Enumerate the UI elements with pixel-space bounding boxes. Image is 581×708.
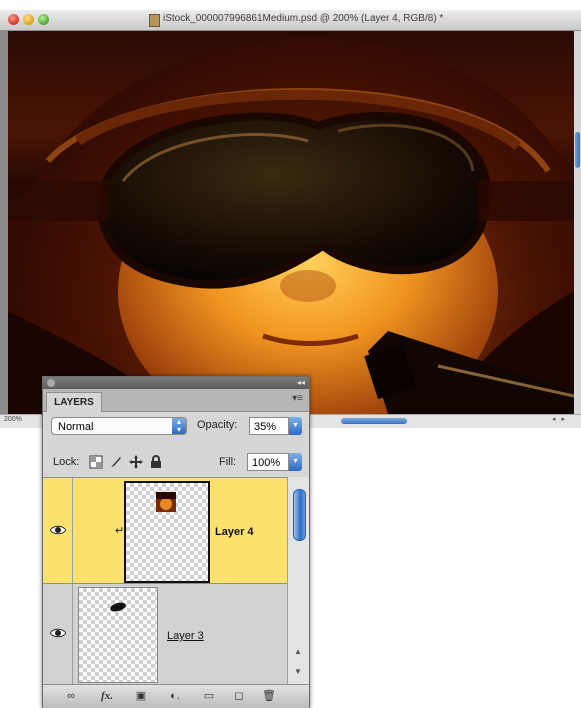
- lock-label: Lock:: [53, 456, 80, 468]
- lock-position-move-icon[interactable]: [129, 455, 143, 469]
- new-group-folder-icon[interactable]: ▭: [201, 689, 217, 703]
- panel-footer: ∞ fx. ▣ ◐. ▭ ◻ 🗑: [43, 684, 309, 708]
- layer-list-scroll-thumb[interactable]: [293, 489, 306, 541]
- add-mask-icon[interactable]: ▣: [133, 689, 149, 703]
- link-layers-icon[interactable]: ∞: [63, 689, 79, 703]
- layers-panel: ◂◂ LAYERS ▾≡ Normal ▴ ▾ Opacity: 35% ▼ Lo…: [42, 376, 310, 708]
- opacity-label: Opacity:: [197, 419, 238, 431]
- fill-input[interactable]: 100%: [247, 453, 289, 471]
- image-canvas[interactable]: [8, 31, 574, 414]
- title-bar[interactable]: iStock_000007996861Medium.psd @ 200% (La…: [0, 10, 581, 31]
- panel-header[interactable]: ◂◂: [43, 377, 309, 389]
- opacity-dropdown-icon[interactable]: ▼: [289, 417, 302, 435]
- zoom-level[interactable]: 200%: [4, 416, 38, 426]
- visibility-column[interactable]: [43, 584, 73, 684]
- eye-icon[interactable]: [50, 628, 66, 638]
- eye-icon[interactable]: [50, 525, 66, 535]
- window-title: iStock_000007996861Medium.psd @ 200% (La…: [163, 13, 444, 24]
- layer-row-layer-4[interactable]: ↵ Layer 4: [43, 478, 287, 584]
- document-icon: [149, 14, 160, 27]
- scroll-down-arrow-icon[interactable]: ▼: [294, 667, 302, 676]
- fill-dropdown-icon[interactable]: ▼: [289, 453, 302, 471]
- opacity-input[interactable]: 35%: [249, 417, 289, 435]
- blend-row: Normal ▴ ▾ Opacity: 35% ▼: [51, 417, 303, 437]
- lock-row: Lock: Fill: 100% ▼: [51, 453, 303, 473]
- lock-all-icon[interactable]: [149, 455, 163, 469]
- vertical-scroll-thumb[interactable]: [575, 132, 580, 168]
- scroll-up-arrow-icon[interactable]: ▲: [294, 647, 302, 656]
- layer-list-scrollbar[interactable]: ▲ ▼: [287, 477, 309, 684]
- blend-mode-arrows-icon: ▴ ▾: [172, 418, 186, 434]
- zoom-window-button[interactable]: [38, 14, 49, 25]
- panel-close-button[interactable]: [47, 379, 55, 387]
- lock-pixels-brush-icon[interactable]: [109, 455, 123, 469]
- horizontal-scroll-arrows[interactable]: ◂ ▸: [552, 415, 567, 423]
- layer-row-layer-3[interactable]: Layer 3: [43, 584, 287, 685]
- layer-thumbnail[interactable]: [124, 481, 210, 583]
- layer-thumbnail[interactable]: [78, 587, 158, 683]
- blend-mode-value: Normal: [58, 421, 94, 433]
- clipping-mask-arrow-icon: ↵: [115, 525, 125, 537]
- vertical-scrollbar[interactable]: [574, 31, 581, 414]
- blend-mode-select[interactable]: Normal ▴ ▾: [51, 417, 187, 435]
- panel-menu-icon[interactable]: ▾≡: [292, 393, 303, 404]
- soldier-photo: [8, 31, 574, 414]
- adjustment-layer-icon[interactable]: ◐.: [167, 689, 183, 703]
- minimize-window-button[interactable]: [23, 14, 34, 25]
- new-layer-icon[interactable]: ◻: [231, 689, 247, 703]
- trash-icon[interactable]: 🗑: [261, 689, 277, 703]
- fx-icon[interactable]: fx.: [99, 689, 115, 703]
- visibility-column[interactable]: [43, 478, 73, 583]
- panel-collapse-icon[interactable]: ◂◂: [297, 377, 305, 389]
- layer-name[interactable]: Layer 4: [215, 526, 254, 538]
- layer-thumbnail-content: [156, 492, 176, 512]
- fill-label: Fill:: [219, 456, 237, 468]
- layer-name[interactable]: Layer 3: [167, 630, 204, 642]
- document-window: iStock_000007996861Medium.psd @ 200% (La…: [0, 10, 581, 428]
- tab-layers[interactable]: LAYERS: [46, 392, 102, 412]
- close-window-button[interactable]: [8, 14, 19, 25]
- lock-transparency-icon[interactable]: [89, 455, 103, 469]
- layer-thumbnail-content: [110, 602, 126, 612]
- horizontal-scroll-thumb[interactable]: [341, 418, 407, 424]
- panel-tab-strip: LAYERS ▾≡: [43, 389, 309, 412]
- layer-list: ↵ Layer 4 Layer 3: [43, 477, 287, 685]
